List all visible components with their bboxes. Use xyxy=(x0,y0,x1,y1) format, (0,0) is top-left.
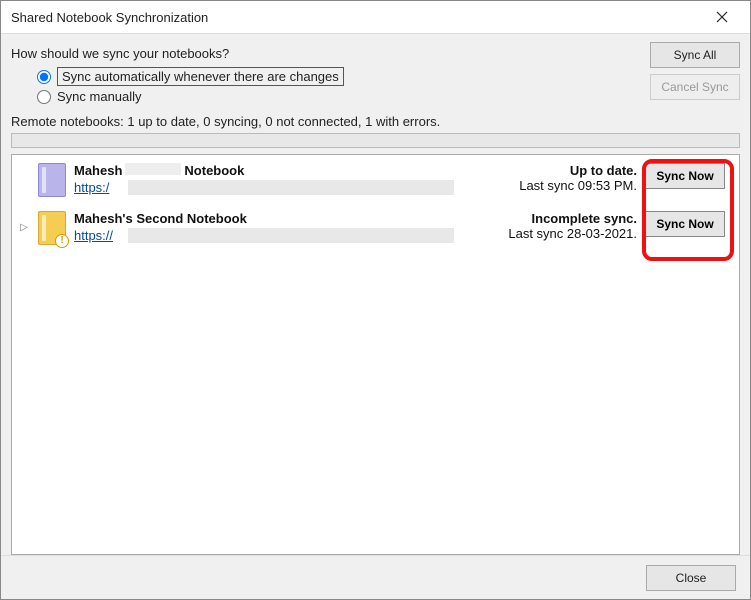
sync-now-button[interactable]: Sync Now xyxy=(645,163,725,189)
sync-progress-bar xyxy=(11,133,740,148)
notebook-link[interactable]: https:/ xyxy=(74,180,454,195)
notebook-list[interactable]: MaheshNotebook https:/ Up to date. Last … xyxy=(11,154,740,555)
radio-sync-auto[interactable]: Sync automatically whenever there are ch… xyxy=(37,67,344,86)
radio-sync-auto-input[interactable] xyxy=(37,70,51,84)
remote-status-line: Remote notebooks: 1 up to date, 0 syncin… xyxy=(11,114,740,129)
notebook-status: Up to date. Last sync 09:53 PM. xyxy=(477,161,637,193)
close-button[interactable]: Close xyxy=(646,565,736,591)
notebook-icon xyxy=(38,211,66,245)
radio-sync-manual-input[interactable] xyxy=(37,90,51,104)
notebook-name: MaheshNotebook xyxy=(74,163,469,178)
dialog-footer: Close xyxy=(1,555,750,599)
titlebar: Shared Notebook Synchronization xyxy=(1,1,750,33)
expander-icon[interactable]: ▷ xyxy=(18,215,30,239)
notebook-row[interactable]: MaheshNotebook https:/ Up to date. Last … xyxy=(12,155,739,203)
notebook-row[interactable]: ▷ Mahesh's Second Notebook https:// Inco… xyxy=(12,203,739,251)
notebook-link[interactable]: https:// xyxy=(74,228,454,243)
window-title: Shared Notebook Synchronization xyxy=(11,10,208,25)
notebook-status: Incomplete sync. Last sync 28-03-2021. xyxy=(477,209,637,241)
radio-sync-manual-label: Sync manually xyxy=(57,89,142,104)
notebook-name: Mahesh's Second Notebook xyxy=(74,211,469,226)
notebook-icon xyxy=(38,163,66,197)
radio-sync-auto-label: Sync automatically whenever there are ch… xyxy=(57,67,344,86)
redacted-text xyxy=(125,163,181,175)
close-icon[interactable] xyxy=(702,3,742,31)
sync-question: How should we sync your notebooks? xyxy=(11,46,344,61)
sync-now-button[interactable]: Sync Now xyxy=(645,211,725,237)
expander-placeholder xyxy=(18,167,30,191)
radio-sync-manual[interactable]: Sync manually xyxy=(37,89,344,104)
sync-all-button[interactable]: Sync All xyxy=(650,42,740,68)
dialog-content: How should we sync your notebooks? Sync … xyxy=(1,33,750,555)
cancel-sync-button[interactable]: Cancel Sync xyxy=(650,74,740,100)
